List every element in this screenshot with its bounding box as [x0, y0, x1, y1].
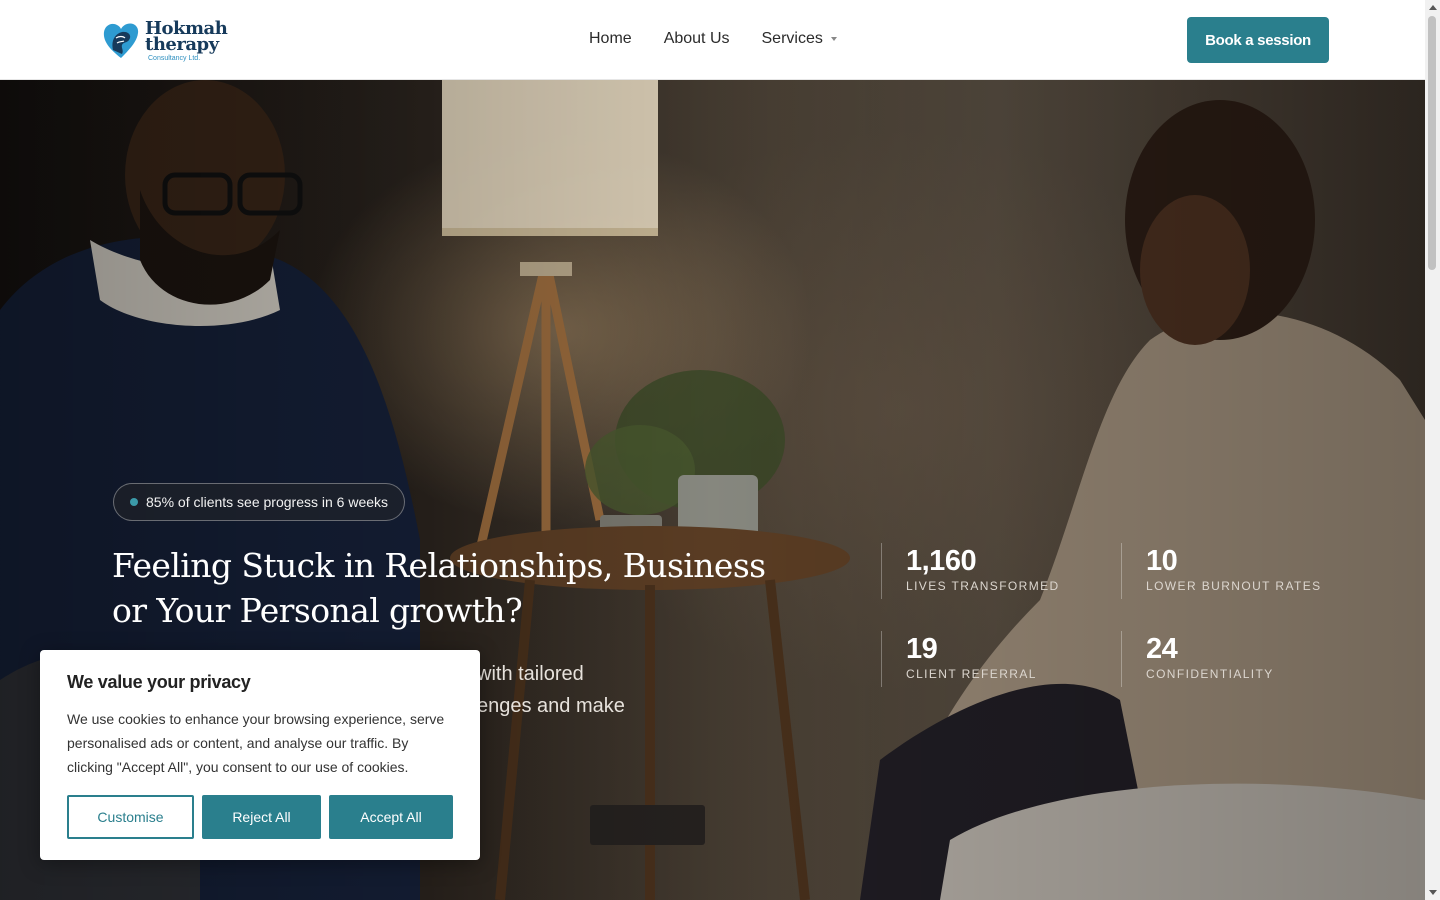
stat-label: CONFIDENTIALITY	[1146, 667, 1274, 681]
nav-services-label: Services	[761, 30, 823, 47]
brand-wordmark: Hokmah therapy Consultancy Ltd.	[145, 20, 228, 63]
nav-about-us[interactable]: About Us	[664, 30, 730, 48]
nav-home[interactable]: Home	[589, 30, 632, 48]
cookie-title: We value your privacy	[67, 672, 251, 692]
progress-badge: 85% of clients see progress in 6 weeks	[113, 483, 406, 521]
stat-value: 24	[1146, 633, 1178, 665]
chevron-down-icon	[830, 37, 837, 41]
stat-confidentiality: 24 CONFIDENTIALITY	[1121, 631, 1274, 687]
stat-value: 10	[1146, 545, 1178, 577]
nav-services[interactable]: Services	[762, 30, 837, 48]
brand-tagline: Consultancy Ltd.	[148, 55, 201, 62]
stat-label: LOWER BURNOUT RATES	[1146, 579, 1322, 593]
cookie-body: We use cookies to enhance your browsing …	[67, 711, 445, 775]
reject-all-button[interactable]: Reject All	[202, 795, 321, 839]
customise-button[interactable]: Customise	[67, 795, 194, 839]
accept-all-button[interactable]: Accept All	[329, 795, 453, 839]
site-header: Hokmah therapy Consultancy Ltd. Home Abo…	[0, 0, 1425, 80]
badge-dot-icon	[130, 498, 138, 506]
brand-name-line2: therapy	[145, 34, 219, 55]
book-session-button[interactable]: Book a session	[1187, 17, 1329, 63]
badge-text: 85% of clients see progress in 6 weeks	[146, 494, 389, 510]
stat-label: CLIENT REFERRAL	[906, 667, 1037, 681]
page-scrollbar[interactable]	[1425, 0, 1440, 900]
heart-brain-logo-icon	[103, 23, 139, 59]
brand-logo[interactable]: Hokmah therapy Consultancy Ltd.	[102, 20, 232, 64]
stat-lower-burnout: 10 LOWER BURNOUT RATES	[1121, 543, 1322, 599]
cookie-consent-dialog: We value your privacy We use cookies to …	[40, 650, 480, 860]
scroll-up-icon[interactable]	[1429, 5, 1437, 10]
scrollbar-thumb[interactable]	[1428, 16, 1436, 270]
hero-headline: Feeling Stuck in Relationships, Business…	[112, 546, 766, 630]
stat-client-referral: 19 CLIENT REFERRAL	[881, 631, 1037, 687]
scroll-down-icon[interactable]	[1429, 890, 1437, 895]
cookie-actions: Customise Reject All Accept All	[67, 795, 453, 839]
main-nav: Home About Us Services	[589, 30, 837, 48]
stat-lives-transformed: 1,160 LIVES TRANSFORMED	[881, 543, 1060, 599]
stat-value: 1,160	[906, 545, 977, 577]
stat-label: LIVES TRANSFORMED	[906, 579, 1060, 593]
stat-value: 19	[906, 633, 938, 665]
